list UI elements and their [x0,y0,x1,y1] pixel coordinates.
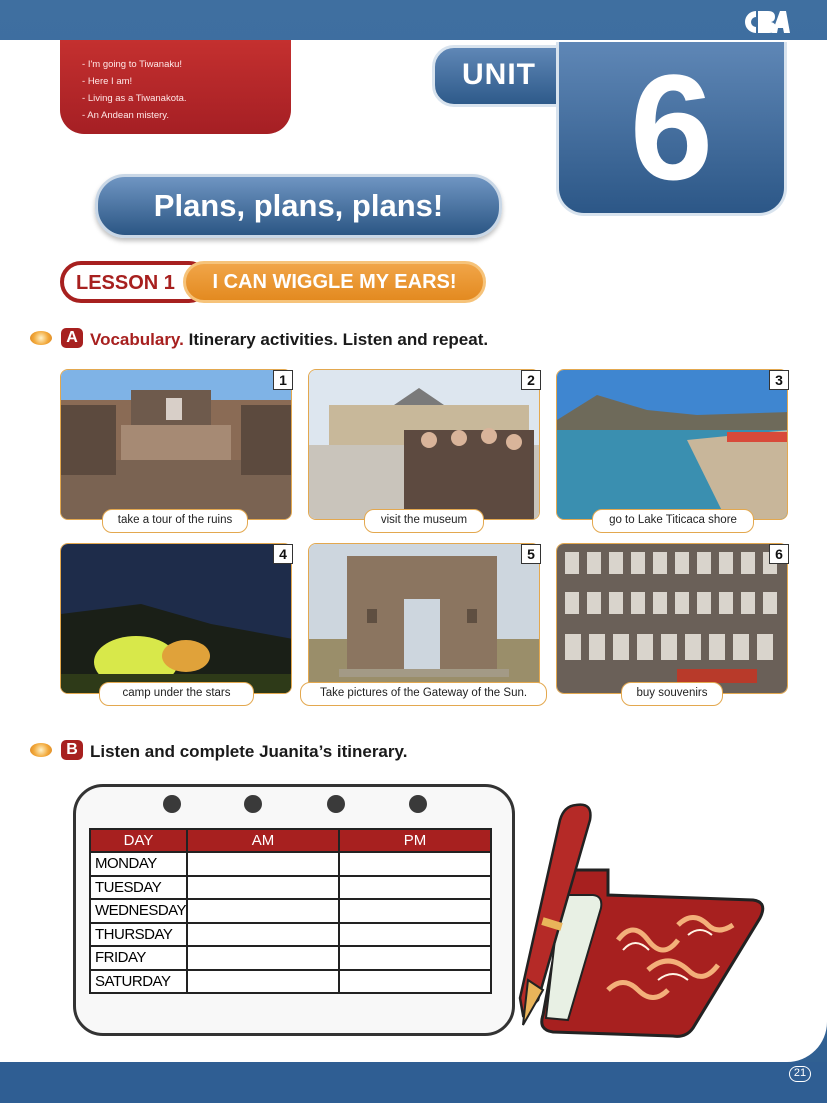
day-cell: THURSDAY [88,921,189,947]
section-b-heading: Listen and complete Juanita’s itinerary. [90,742,408,761]
day-cell: SATURDAY [88,968,189,994]
photo-ruins [60,369,292,520]
table-row: FRIDAY [88,945,492,971]
photo-number: 2 [521,370,541,390]
photo-caption: camp under the stars [99,682,254,706]
photo-number: 4 [273,544,293,564]
pen-notebook-illustration [498,800,770,1040]
day-cell: TUESDAY [88,874,189,900]
section-a-text: Itinerary activities. Listen and repeat. [188,330,489,349]
topic-item: Here I am! [82,73,291,90]
publisher-logo [742,7,790,37]
topic-item: An Andean mistery. [82,107,291,124]
column-header-am: AM [186,828,341,853]
am-answer-cell[interactable] [186,874,341,900]
pm-answer-cell[interactable] [338,968,492,994]
page-title: Plans, plans, plans! [95,174,502,238]
unit-number: 6 [629,43,714,211]
section-a-heading: Vocabulary. Itinerary activities. Listen… [90,330,488,350]
calendar-ring [327,795,345,813]
am-answer-cell[interactable] [186,945,341,971]
unit-label: UNIT [462,58,536,91]
section-a-lead: Vocabulary. [90,330,184,349]
pm-answer-cell[interactable] [338,898,492,924]
am-answer-cell[interactable] [186,898,341,924]
calendar-ring [409,795,427,813]
pm-answer-cell[interactable] [338,851,492,877]
photo-souvenirs [556,543,788,694]
footer-band [0,1062,827,1103]
day-cell: MONDAY [88,851,189,877]
photo-number: 5 [521,544,541,564]
am-answer-cell[interactable] [186,968,341,994]
photo-gateway [308,543,540,694]
section-letter-a: A [61,328,83,348]
photo-number: 6 [769,544,789,564]
table-row: SATURDAY [88,968,492,994]
audio-cd-icon[interactable] [30,743,52,757]
table-row: THURSDAY [88,921,492,947]
photo-caption: Take pictures of the Gateway of the Sun. [300,682,547,706]
calendar-ring [244,795,262,813]
table-row: WEDNESDAY [88,898,492,924]
column-header-pm: PM [338,828,492,853]
day-cell: FRIDAY [88,945,189,971]
itinerary-table: DAY AM PM MONDAY TUESDAY WEDNESDAY THURS… [88,828,492,994]
lesson-title: I CAN WIGGLE MY EARS! [183,261,486,303]
topic-item: Living as a Tiwanakota. [82,90,291,107]
section-letter-b: B [61,740,83,760]
unit-topics-box: I'm going to Tiwanaku! Here I am! Living… [60,40,291,134]
photo-caption: take a tour of the ruins [102,509,248,533]
pm-answer-cell[interactable] [338,874,492,900]
pm-answer-cell[interactable] [338,921,492,947]
photo-number: 3 [769,370,789,390]
am-answer-cell[interactable] [186,851,341,877]
table-row: TUESDAY [88,874,492,900]
page-number: 21 [789,1066,811,1082]
topic-item: I'm going to Tiwanaku! [82,56,291,73]
audio-cd-icon[interactable] [30,331,52,345]
column-header-day: DAY [88,828,189,853]
pm-answer-cell[interactable] [338,945,492,971]
photo-caption: go to Lake Titicaca shore [592,509,754,533]
am-answer-cell[interactable] [186,921,341,947]
table-row: MONDAY [88,851,492,877]
calendar-ring [163,795,181,813]
photo-museum [308,369,540,520]
photo-number: 1 [273,370,293,390]
photo-camping [60,543,292,694]
photo-caption: buy souvenirs [621,682,723,706]
photo-caption: visit the museum [364,509,484,533]
photo-lake [556,369,788,520]
day-cell: WEDNESDAY [88,898,189,924]
